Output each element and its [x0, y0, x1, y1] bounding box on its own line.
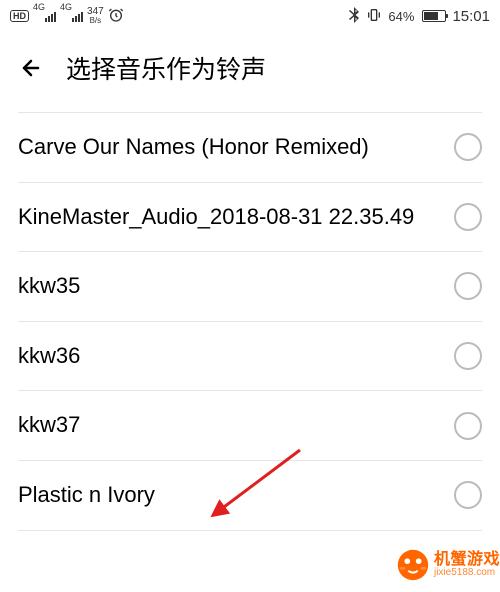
battery-icon [420, 10, 446, 22]
network-speed: 347 B/s [87, 7, 104, 25]
status-left: HD 4G 4G 347 B/s [10, 7, 124, 26]
watermark: 机蟹游戏 jixie5188.com [394, 546, 500, 584]
vibrate-icon [366, 7, 382, 26]
list-item-label: KineMaster_Audio_2018-08-31 22.35.49 [18, 203, 438, 232]
list-item[interactable]: Carve Our Names (Honor Remixed) [18, 113, 482, 183]
header: 选择音乐作为铃声 [0, 32, 500, 104]
back-button[interactable] [18, 55, 44, 81]
radio-icon[interactable] [454, 133, 482, 161]
list-item-label: Carve Our Names (Honor Remixed) [18, 133, 438, 162]
watermark-logo-icon [394, 546, 432, 584]
bluetooth-icon [348, 7, 360, 26]
list-item[interactable]: KineMaster_Audio_2018-08-31 22.35.49 [18, 183, 482, 253]
list-item[interactable]: Plastic n Ivory [18, 461, 482, 531]
hd-icon: HD [10, 10, 29, 22]
radio-icon[interactable] [454, 272, 482, 300]
signal-1-icon: 4G [33, 10, 56, 22]
radio-icon[interactable] [454, 412, 482, 440]
alarm-icon [108, 7, 124, 26]
list-item[interactable]: kkw35 [18, 252, 482, 322]
list-item[interactable]: kkw36 [18, 322, 482, 392]
list-item-label: Plastic n Ivory [18, 481, 438, 510]
list-item-label: kkw36 [18, 342, 438, 371]
watermark-title: 机蟹游戏 [434, 552, 500, 568]
music-list: Carve Our Names (Honor Remixed) KineMast… [0, 113, 500, 531]
radio-icon[interactable] [454, 203, 482, 231]
page-title: 选择音乐作为铃声 [66, 50, 266, 86]
signal-2-icon: 4G [60, 10, 83, 22]
status-bar: HD 4G 4G 347 B/s [0, 0, 500, 32]
list-item[interactable]: kkw37 [18, 391, 482, 461]
clock-time: 15:01 [452, 8, 490, 25]
radio-icon[interactable] [454, 342, 482, 370]
watermark-url: jixie5188.com [434, 568, 500, 578]
status-right: 64% 15:01 [348, 7, 490, 26]
battery-percent: 64% [388, 9, 414, 24]
list-item-label: kkw35 [18, 272, 438, 301]
list-item-label: kkw37 [18, 411, 438, 440]
radio-icon[interactable] [454, 481, 482, 509]
